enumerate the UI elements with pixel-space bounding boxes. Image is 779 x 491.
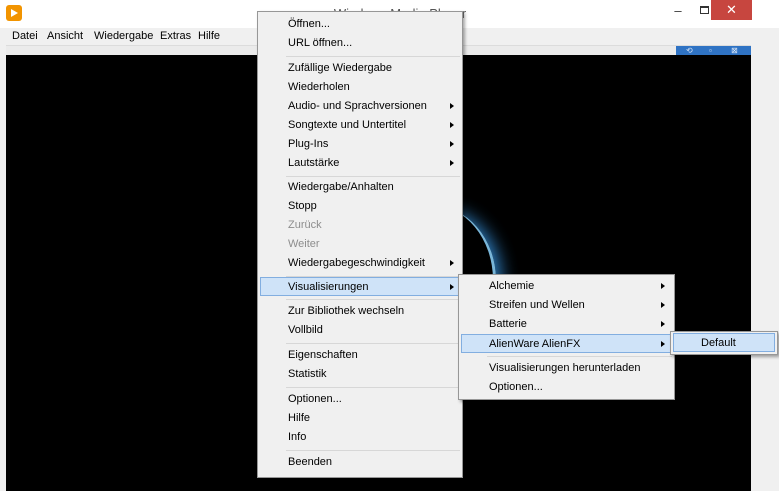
fullscreen-icon[interactable]: ⊠ <box>731 46 738 55</box>
menu-item-label: Default <box>701 337 736 349</box>
menu-item-plug-ins[interactable]: Plug-Ins <box>260 135 460 154</box>
menu-item-default[interactable]: Default <box>673 333 775 352</box>
maximize-icon <box>699 6 709 14</box>
minimize-button[interactable]: – <box>664 0 692 20</box>
menu-item-zurueck: Zurück <box>260 216 460 235</box>
menu-item-label: Songtexte und Untertitel <box>288 119 407 131</box>
submenu-arrow-icon <box>661 321 665 327</box>
menu-item-audio-sprachversionen[interactable]: Audio- und Sprachversionen <box>260 97 460 116</box>
close-icon: ✕ <box>726 2 737 17</box>
menu-item-label: Alchemie <box>489 280 535 292</box>
menu-item-songtexte-untertitel[interactable]: Songtexte und Untertitel <box>260 116 460 135</box>
menu-item-vollbild[interactable]: Vollbild <box>260 321 460 340</box>
menu-item-zur-bibliothek-wechseln[interactable]: Zur Bibliothek wechseln <box>260 302 460 321</box>
menu-item-label: Wiedergabegeschwindigkeit <box>288 257 425 269</box>
menu-item-visualisierungen[interactable]: Visualisierungen <box>260 277 460 296</box>
submenu-arrow-icon <box>661 302 665 308</box>
submenu-arrow-icon <box>450 141 454 147</box>
menu-item-label: Zur Bibliothek wechseln <box>288 305 405 317</box>
menu-item-info[interactable]: Info <box>260 428 460 447</box>
menu-ansicht[interactable]: Ansicht <box>47 30 83 42</box>
menu-item-label: Info <box>288 431 307 443</box>
menu-item-label: Visualisierungen <box>288 281 369 293</box>
menu-item-label: Audio- und Sprachversionen <box>288 100 427 112</box>
menu-separator <box>286 387 460 388</box>
menu-item-label: Beenden <box>288 456 333 468</box>
menu-item-label: Zurück <box>288 219 322 231</box>
menu-item-label: Visualisierungen herunterladen <box>489 362 641 374</box>
menu-item-visualisierungen-herunterladen[interactable]: Visualisierungen herunterladen <box>461 359 672 378</box>
menu-item-label: Lautstärke <box>288 157 340 169</box>
menu-separator <box>286 450 460 451</box>
menu-item-label: Stopp <box>288 200 317 212</box>
menu-extras[interactable]: Extras <box>160 30 191 42</box>
view-switch-controls: ⟲ ▫ ⊠ <box>676 46 751 55</box>
menu-item-weiter: Weiter <box>260 235 460 254</box>
menu-item-label: Optionen... <box>489 381 543 393</box>
menu-item-optionen[interactable]: Optionen... <box>260 390 460 409</box>
menu-item-label: Wiederholen <box>288 81 350 93</box>
menu-separator <box>286 56 460 57</box>
submenu-arrow-icon <box>450 103 454 109</box>
menu-item-url-oeffnen[interactable]: URL öffnen... <box>260 34 460 53</box>
menu-item-label: Vollbild <box>288 324 323 336</box>
menu-item-label: Hilfe <box>288 412 311 424</box>
menu-item-label: Zufällige Wiedergabe <box>288 62 392 74</box>
menu-item-lautstaerke[interactable]: Lautstärke <box>260 154 460 173</box>
menu-item-zufaellige-wiedergabe[interactable]: Zufällige Wiedergabe <box>260 59 460 78</box>
menu-item-batterie[interactable]: Batterie <box>461 315 672 334</box>
submenu-arrow-icon <box>661 283 665 289</box>
menu-item-label: Batterie <box>489 318 527 330</box>
menu-wiedergabe[interactable]: Wiedergabe <box>94 30 153 42</box>
menu-item-label: Weiter <box>288 238 320 250</box>
menu-item-label: URL öffnen... <box>288 37 353 49</box>
submenu-arrow-icon <box>661 341 665 347</box>
menu-item-stopp[interactable]: Stopp <box>260 197 460 216</box>
menu-item-label: Öffnen... <box>288 18 330 30</box>
alienfx-submenu: Default <box>670 331 778 355</box>
menu-datei[interactable]: Datei <box>12 30 38 42</box>
menu-item-statistik[interactable]: Statistik <box>260 365 460 384</box>
menu-hilfe[interactable]: Hilfe <box>198 30 220 42</box>
window-frame-right <box>751 28 779 491</box>
menu-item-hilfe[interactable]: Hilfe <box>260 409 460 428</box>
menu-item-label: Statistik <box>288 368 327 380</box>
menu-item-beenden[interactable]: Beenden <box>260 453 460 472</box>
menu-item-wiedergabegeschwindigkeit[interactable]: Wiedergabegeschwindigkeit <box>260 254 460 273</box>
menu-item-wiederholen[interactable]: Wiederholen <box>260 78 460 97</box>
menu-item-label: Optionen... <box>288 393 342 405</box>
context-menu: Öffnen... URL öffnen... Zufällige Wieder… <box>257 11 463 478</box>
menu-separator <box>487 356 672 357</box>
menu-item-label: Plug-Ins <box>288 138 329 150</box>
submenu-arrow-icon <box>450 122 454 128</box>
menu-separator <box>286 343 460 344</box>
menu-item-streifen-und-wellen[interactable]: Streifen und Wellen <box>461 296 672 315</box>
minimize-icon: – <box>674 2 682 18</box>
submenu-arrow-icon <box>450 260 454 266</box>
menu-item-eigenschaften[interactable]: Eigenschaften <box>260 346 460 365</box>
menu-separator <box>286 299 460 300</box>
menu-item-alienware-alienfx[interactable]: AlienWare AlienFX <box>461 334 672 353</box>
menu-item-alchemie[interactable]: Alchemie <box>461 277 672 296</box>
menu-separator <box>286 176 460 177</box>
menu-item-label: AlienWare AlienFX <box>489 338 581 350</box>
menu-item-oeffnen[interactable]: Öffnen... <box>260 15 460 34</box>
menu-item-label: Wiedergabe/Anhalten <box>288 181 394 193</box>
menu-item-label: Streifen und Wellen <box>489 299 585 311</box>
menu-item-label: Eigenschaften <box>288 349 358 361</box>
submenu-arrow-icon <box>450 160 454 166</box>
media-player-app-icon[interactable] <box>6 5 22 21</box>
close-button[interactable]: ✕ <box>711 0 752 20</box>
menu-item-wiedergabe-anhalten[interactable]: Wiedergabe/Anhalten <box>260 178 460 197</box>
switch-to-library-icon[interactable]: ⟲ <box>686 46 693 55</box>
visualizations-submenu: Alchemie Streifen und Wellen Batterie Al… <box>458 274 675 400</box>
minimize-player-icon[interactable]: ▫ <box>709 46 712 55</box>
menu-item-vis-optionen[interactable]: Optionen... <box>461 378 672 397</box>
submenu-arrow-icon <box>450 284 454 290</box>
